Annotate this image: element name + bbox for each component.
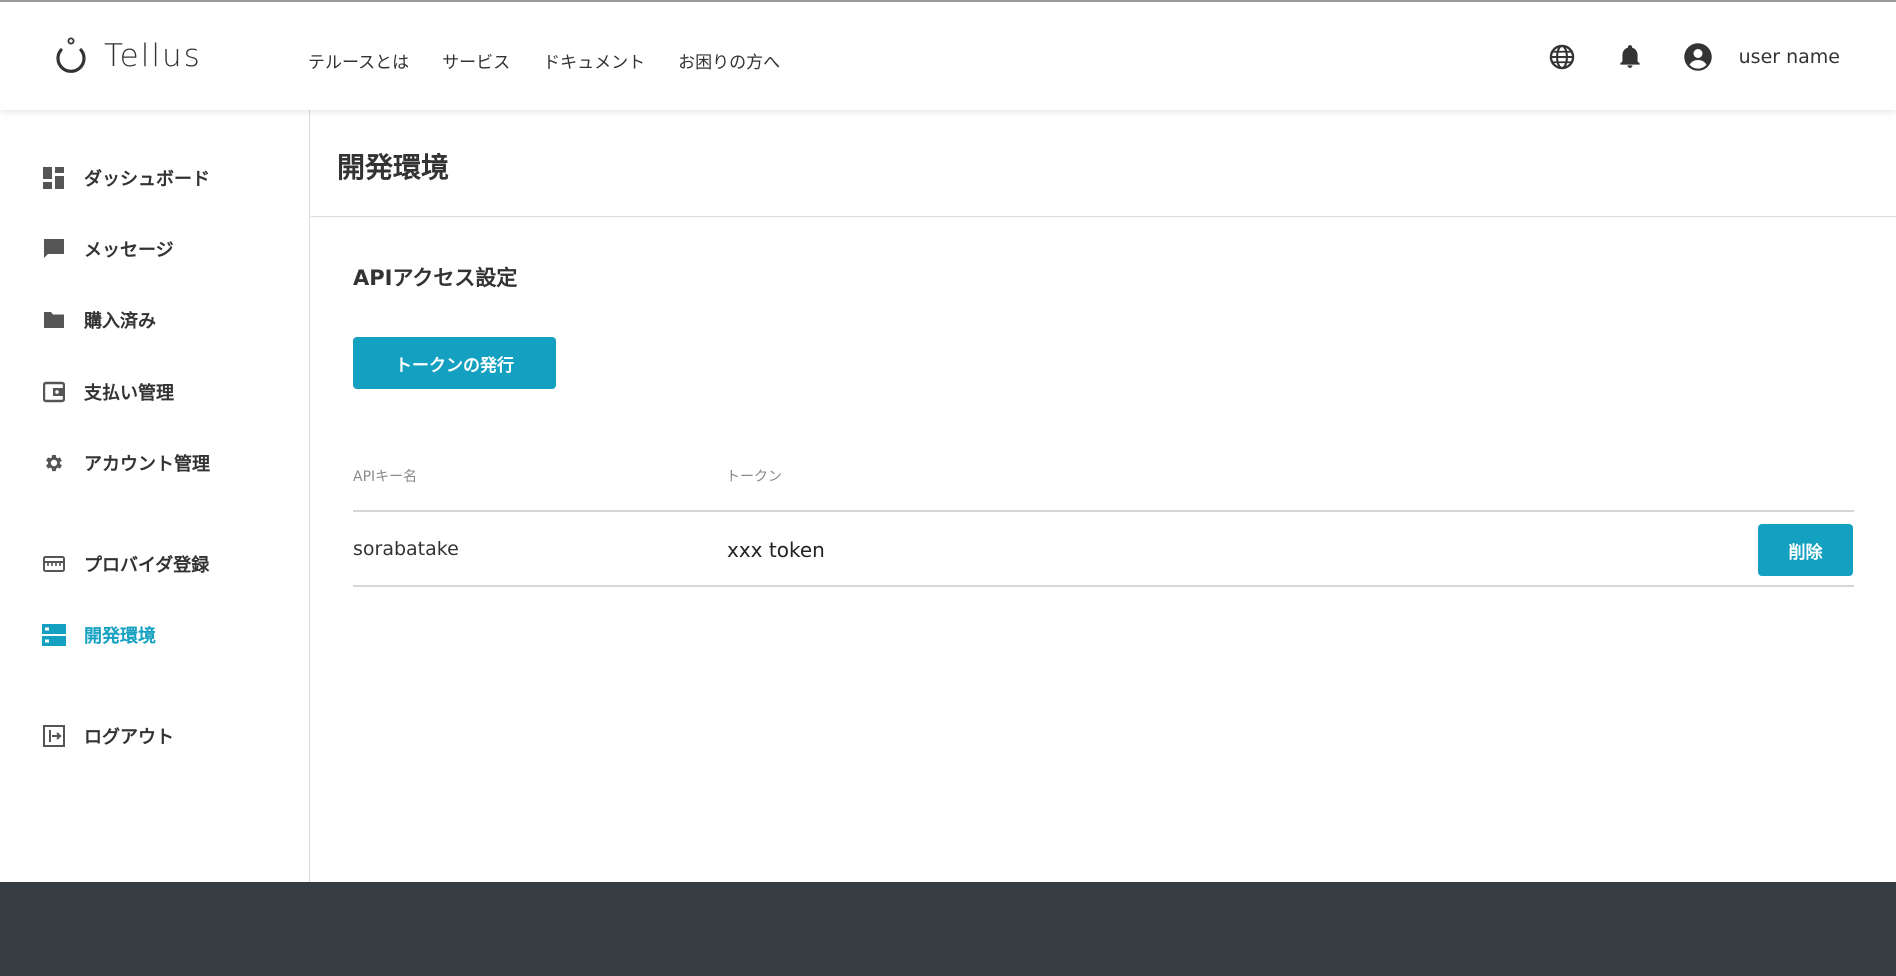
provider-icon xyxy=(42,552,66,576)
sidebar-item-provider[interactable]: プロバイダ登録 xyxy=(42,551,209,577)
message-icon xyxy=(42,237,66,261)
bell-icon[interactable] xyxy=(1615,42,1645,72)
server-icon xyxy=(42,623,66,647)
sidebar-item-label: ログアウト xyxy=(84,727,174,748)
sidebar-item-label: 支払い管理 xyxy=(84,383,174,404)
sidebar-item-label: ダッシュボード xyxy=(84,169,210,190)
delete-button[interactable]: 削除 xyxy=(1758,524,1853,576)
folder-icon xyxy=(42,308,66,332)
column-header-api-key-name: APIキー名 xyxy=(353,469,418,485)
sidebar: ダッシュボード メッセージ 購入済み 支払い管理 アカウント管理 プロバイダ登録 xyxy=(0,110,310,882)
sidebar-item-account[interactable]: アカウント管理 xyxy=(42,450,210,476)
top-header: Tellus テルースとは サービス ドキュメント お困りの方へ user na… xyxy=(0,0,1896,110)
nav-help[interactable]: お困りの方へ xyxy=(678,48,780,73)
sidebar-item-logout[interactable]: ログアウト xyxy=(42,723,174,749)
tellus-logo-icon xyxy=(56,37,86,73)
sidebar-item-payments[interactable]: 支払い管理 xyxy=(42,379,174,405)
sidebar-item-messages[interactable]: メッセージ xyxy=(42,236,174,262)
nav-about[interactable]: テルースとは xyxy=(308,48,409,73)
footer xyxy=(0,882,1896,976)
dashboard-icon xyxy=(42,166,66,190)
section-title: APIアクセス設定 xyxy=(353,266,518,290)
sidebar-item-label: プロバイダ登録 xyxy=(84,555,210,576)
wallet-icon xyxy=(42,380,66,404)
column-header-token: トークン xyxy=(726,469,782,485)
brand-name: Tellus xyxy=(104,38,202,74)
divider xyxy=(353,585,1854,587)
gear-icon xyxy=(42,451,66,475)
logout-icon xyxy=(42,724,66,748)
user-name[interactable]: user name xyxy=(1739,46,1840,68)
sidebar-item-label: アカウント管理 xyxy=(84,454,210,475)
sidebar-item-label: 開発環境 xyxy=(84,626,156,647)
issue-token-button[interactable]: トークンの発行 xyxy=(353,337,556,389)
api-key-name: sorabatake xyxy=(353,538,459,560)
sidebar-item-label: 購入済み xyxy=(84,311,156,332)
main-content: 開発環境 APIアクセス設定 トークンの発行 APIキー名 トークン sorab… xyxy=(311,110,1896,882)
nav-documents[interactable]: ドキュメント xyxy=(543,48,645,73)
page-title: 開発環境 xyxy=(337,151,450,184)
header-actions: user name xyxy=(1547,42,1840,72)
globe-icon[interactable] xyxy=(1547,42,1577,72)
top-nav: テルースとは サービス ドキュメント お困りの方へ xyxy=(308,48,780,73)
divider xyxy=(353,510,1854,512)
account-circle-icon[interactable] xyxy=(1683,42,1713,72)
token-value: xxx token xyxy=(727,538,825,562)
divider xyxy=(311,216,1896,217)
sidebar-item-dev-env[interactable]: 開発環境 xyxy=(42,622,156,648)
nav-services[interactable]: サービス xyxy=(442,48,510,73)
sidebar-item-label: メッセージ xyxy=(84,240,174,261)
sidebar-item-dashboard[interactable]: ダッシュボード xyxy=(42,165,210,191)
sidebar-item-purchased[interactable]: 購入済み xyxy=(42,307,156,333)
brand-logo[interactable]: Tellus xyxy=(52,36,202,76)
